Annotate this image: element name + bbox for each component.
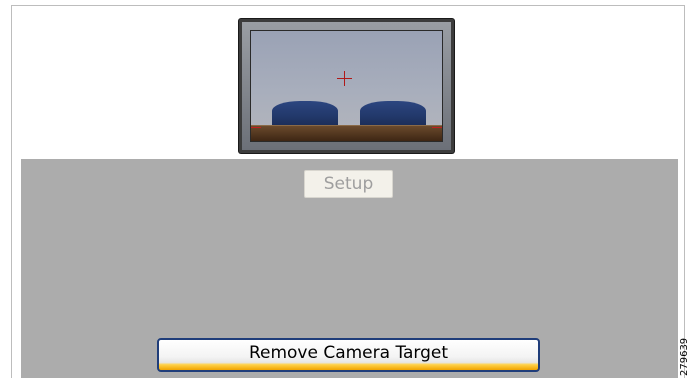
remove-camera-target-button[interactable]: Remove Camera Target xyxy=(157,338,540,372)
camera-preview-bezel xyxy=(242,22,451,150)
table-surface xyxy=(251,125,442,141)
table-marker-right xyxy=(432,127,442,128)
figure-id: 279639 xyxy=(679,337,690,376)
camera-preview-frame xyxy=(239,19,454,153)
crosshair-icon xyxy=(337,71,352,86)
table-marker-left xyxy=(251,127,261,128)
setup-button[interactable]: Setup xyxy=(304,170,393,198)
camera-preview[interactable] xyxy=(250,30,443,142)
chair-left xyxy=(272,101,338,127)
chair-right xyxy=(360,101,426,127)
